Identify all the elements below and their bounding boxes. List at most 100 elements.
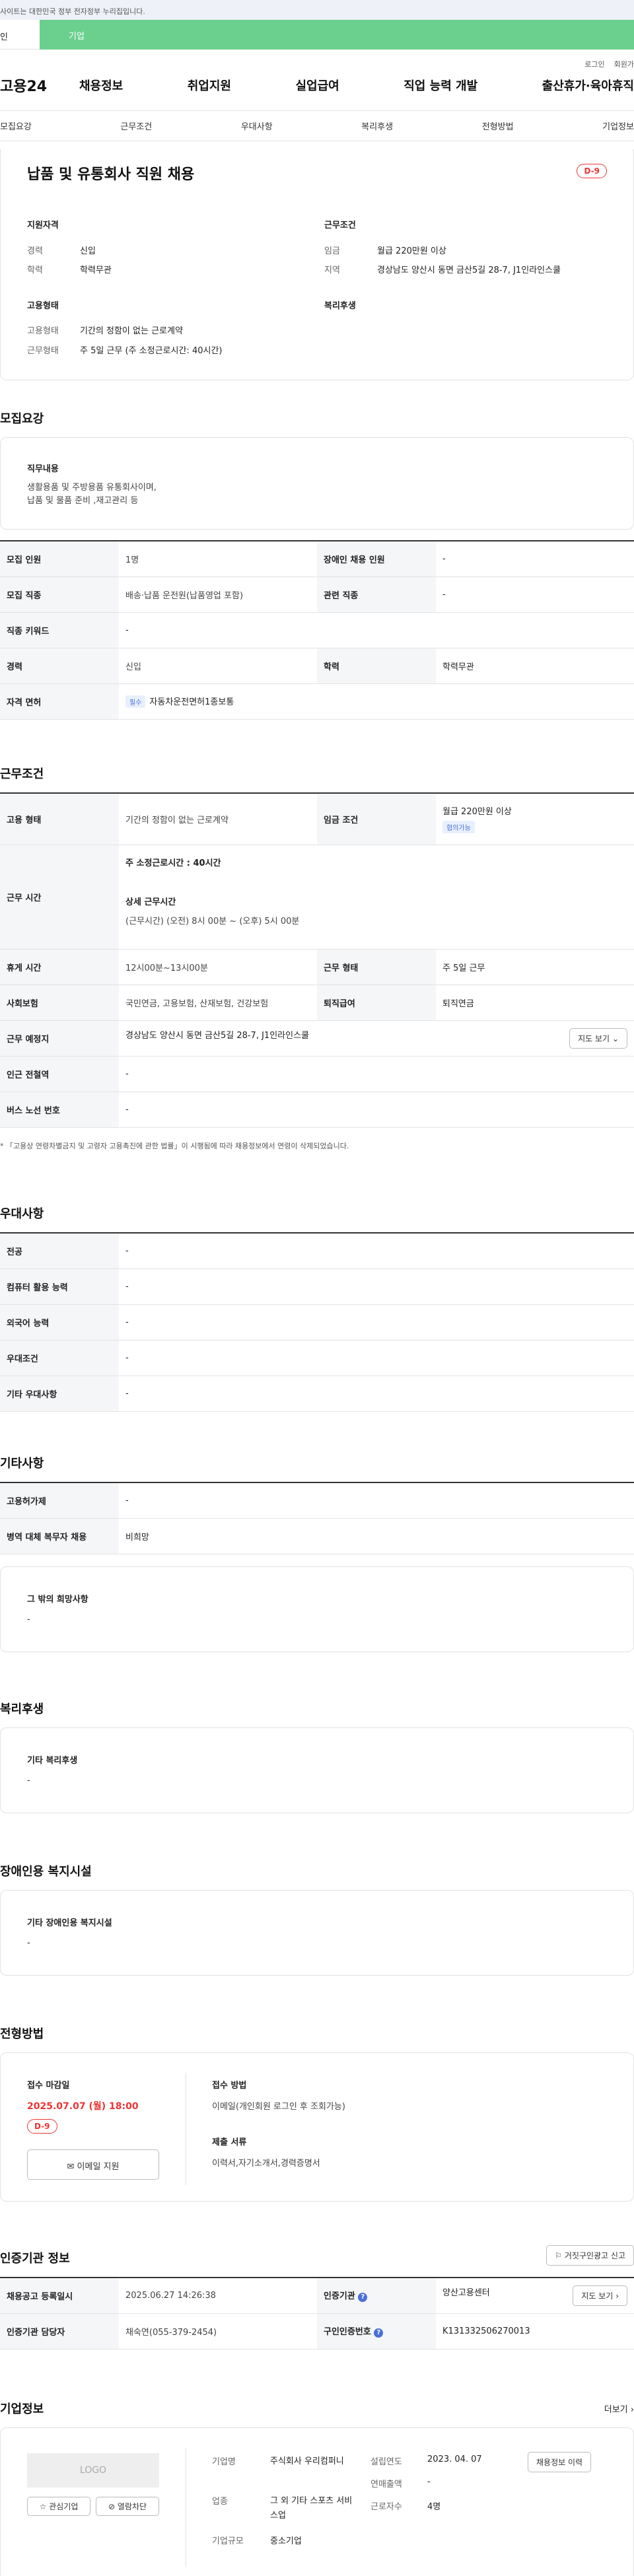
table-row: 인근 전철역 - bbox=[0, 1056, 634, 1092]
agency-org-label: 인증기관 bbox=[324, 2291, 355, 2302]
row-value: 주 5일 근무 bbox=[436, 949, 634, 985]
company-box: LOGO ☆ 관심기업 ⊘ 열람차단 기업명 주식회사 우리컴퍼니 업종 그 외… bbox=[0, 2427, 634, 2576]
agency-map-button[interactable]: 지도 보기 › bbox=[573, 2285, 627, 2306]
agency-heading: 인증기관 정보 bbox=[0, 2252, 70, 2266]
company-employees-value: 4명 bbox=[427, 2502, 441, 2512]
help-icon[interactable]: ? bbox=[358, 2293, 368, 2303]
subnav-welfare[interactable]: 복리후생 bbox=[361, 120, 393, 132]
subnav-recruit[interactable]: 모집요강 bbox=[0, 120, 32, 132]
row-value: - bbox=[119, 1233, 634, 1269]
tab-personal[interactable]: 인 bbox=[0, 20, 40, 50]
row-key: 휴게 시간 bbox=[0, 949, 119, 985]
career-label: 경력 bbox=[27, 246, 43, 256]
row-key: 기타 우대사항 bbox=[0, 1375, 119, 1412]
subnav-company[interactable]: 기업정보 bbox=[602, 120, 634, 132]
loc-label: 지역 bbox=[324, 265, 340, 275]
row-value: 배송·납품 운전원(납품영업 포함) bbox=[119, 576, 317, 613]
recruit-table: 모집 인원 1명 장애인 채용 인원 - 모집 직종 배송·납품 운전원(납품영… bbox=[0, 540, 634, 720]
welfare-heading: 복리후생 bbox=[324, 301, 356, 311]
email-apply-button[interactable]: ✉ 이메일 지원 bbox=[27, 2149, 159, 2180]
site-logo[interactable]: 고용24 bbox=[0, 75, 79, 96]
docs-value: 이력서,자기소개서,경력증명서 bbox=[212, 2159, 320, 2169]
deadline-value: 2025.07.07 (월) 18:00 bbox=[27, 2101, 139, 2112]
row-key: 전공 bbox=[0, 1233, 119, 1269]
emp-value: 기간의 정함이 없는 근로계약 bbox=[80, 326, 183, 336]
agency-table: 채용공고 등록일시 2025.06.27 14:26:38 인증기관 ? 양산고… bbox=[0, 2277, 634, 2350]
emp-label: 고용형태 bbox=[27, 326, 59, 336]
negotiable-pill: 협의가능 bbox=[442, 821, 475, 834]
gnb-item-unemployment-benefit[interactable]: 실업급여 bbox=[296, 77, 339, 94]
company-size-key: 기업규모 bbox=[212, 2536, 244, 2546]
subnav-conditions[interactable]: 근무조건 bbox=[120, 120, 152, 132]
wage-label: 임금 bbox=[324, 246, 340, 256]
util-links: 로그인 회원가 bbox=[0, 50, 634, 69]
company-heading: 기업정보 bbox=[0, 2402, 44, 2416]
tab-company[interactable]: 기업 bbox=[40, 20, 634, 50]
help-icon[interactable]: ? bbox=[374, 2328, 384, 2338]
row-value: 2025.06.27 14:26:38 bbox=[119, 2278, 317, 2314]
gnb-item-parental-leave[interactable]: 출산휴가·육아휴직 bbox=[542, 77, 634, 94]
row-value: 12시00분~13시00분 bbox=[119, 949, 317, 985]
subnav-preferences[interactable]: 우대사항 bbox=[241, 120, 273, 132]
conditions-heading: 근무조건 bbox=[0, 767, 44, 781]
row-value: 기간의 정함이 없는 근로계약 bbox=[119, 793, 317, 845]
work-label: 근무형태 bbox=[27, 346, 59, 356]
time-main: 주 소정근로시간 : 40시간 bbox=[125, 858, 221, 868]
company-logo-placeholder: LOGO bbox=[27, 2453, 159, 2488]
chevron-right-icon: › bbox=[616, 2291, 619, 2301]
process-heading: 전형방법 bbox=[0, 2027, 44, 2041]
time-cell: 주 소정근로시간 : 40시간 상세 근무시간 (근무시간) (오전) 8시 0… bbox=[119, 845, 634, 950]
mail-icon: ✉ bbox=[67, 2162, 75, 2172]
job-title: 납품 및 유통회사 직원 채용 bbox=[27, 166, 195, 183]
agency-org-key: 인증기관 ? bbox=[317, 2278, 436, 2314]
etc-box: 그 밖의 희망사항 - bbox=[0, 1566, 634, 1652]
false-ad-report-button[interactable]: ⚐ 거짓구인광고 신고 bbox=[546, 2245, 634, 2266]
row-value: K131332506270013 bbox=[436, 2313, 634, 2350]
map-button[interactable]: 지도 보기 ⌄ bbox=[569, 1027, 627, 1049]
row-value: - bbox=[436, 576, 634, 613]
agency-org-cell: 양산고용센터 지도 보기 › bbox=[436, 2278, 634, 2314]
gnb-item-vocational-training[interactable]: 직업 능력 개발 bbox=[404, 77, 477, 94]
qual-heading: 지원자격 bbox=[27, 221, 59, 230]
agency-num-key: 구인인증번호 ? bbox=[317, 2313, 436, 2350]
company-more-label: 더보기 bbox=[604, 2405, 628, 2415]
company-year-value: 2023. 04. 07 bbox=[427, 2454, 482, 2464]
hiring-history-button[interactable]: 채용정보 이력 bbox=[528, 2452, 592, 2472]
welfare-section-heading: 복리후생 bbox=[0, 1702, 44, 1716]
section-nav: 모집요강 근무조건 우대사항 복리후생 전형방법 기업정보 bbox=[0, 110, 634, 141]
edu-label: 학력 bbox=[27, 265, 43, 275]
company-sales-value: - bbox=[427, 2477, 431, 2487]
duty-box: 직무내용 생활용품 및 주방용품 유통회사이며, 납품 및 물품 준비 ,재고관… bbox=[0, 437, 634, 530]
gnb-item-jobs[interactable]: 채용정보 bbox=[79, 77, 123, 94]
favorite-company-button[interactable]: ☆ 관심기업 bbox=[27, 2497, 90, 2516]
table-row: 채용공고 등록일시 2025.06.27 14:26:38 인증기관 ? 양산고… bbox=[0, 2278, 634, 2314]
company-sales-key: 연매출액 bbox=[370, 2480, 402, 2489]
subnav-process[interactable]: 전형방법 bbox=[482, 120, 514, 132]
process-dday-badge: D-9 bbox=[27, 2119, 57, 2134]
recruit-heading: 모집요강 bbox=[0, 412, 44, 426]
pref-heading: 우대사항 bbox=[0, 1207, 44, 1221]
table-row: 컴퓨터 활용 능력 - bbox=[0, 1269, 634, 1305]
row-value: 신입 bbox=[119, 648, 317, 684]
gnb-item-employment-support[interactable]: 취업지원 bbox=[188, 77, 231, 94]
row-key: 고용 형태 bbox=[0, 793, 119, 845]
login-link[interactable]: 로그인 bbox=[584, 59, 604, 69]
row-key: 인증기관 담당자 bbox=[0, 2313, 119, 2350]
row-key: 경력 bbox=[0, 648, 119, 684]
license-value: 자동차운전면허1종보통 bbox=[149, 697, 234, 707]
row-key: 버스 노선 번호 bbox=[0, 1092, 119, 1128]
career-value: 신입 bbox=[80, 246, 96, 256]
table-row: 사회보험 국민연금, 고용보험, 산재보험, 건강보험 퇴직급여 퇴직연금 bbox=[0, 985, 634, 1021]
row-key: 근무 시간 bbox=[0, 845, 119, 950]
time-sub-heading: 상세 근무시간 bbox=[125, 897, 176, 907]
welfare-box: 기타 복리후생 - bbox=[0, 1727, 634, 1813]
company-industry-value: 그 외 기타 스포츠 서비스업 bbox=[270, 2496, 353, 2521]
join-link[interactable]: 회원가 bbox=[614, 59, 634, 69]
method-heading: 접수 방법 bbox=[212, 2081, 247, 2091]
block-view-button[interactable]: ⊘ 열람차단 bbox=[96, 2497, 159, 2516]
star-icon: ☆ bbox=[39, 2502, 47, 2511]
work-value: 주 5일 근무 (주 소정근로시간: 40시간) bbox=[80, 346, 223, 356]
disabled-box-heading: 기타 장애인용 복지시설 bbox=[27, 1918, 112, 1928]
company-more-link[interactable]: 더보기 › bbox=[604, 2402, 634, 2415]
table-row: 외국어 능력 - bbox=[0, 1304, 634, 1340]
